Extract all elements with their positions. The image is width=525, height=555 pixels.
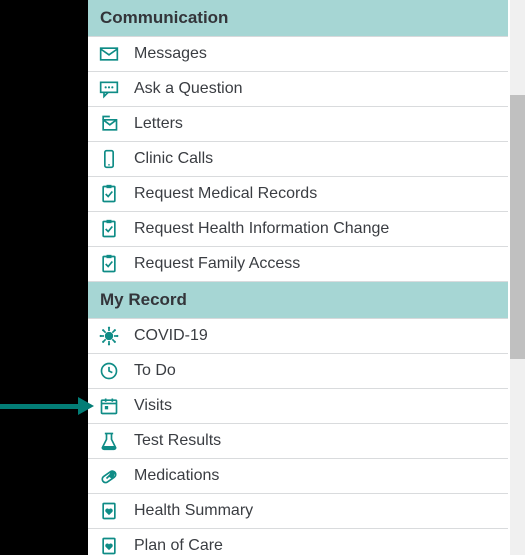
menu-item-request-medical-records[interactable]: Request Medical Records [88, 177, 508, 212]
scrollbar-thumb[interactable] [510, 95, 525, 359]
menu-item-covid-19[interactable]: COVID-19 [88, 319, 508, 354]
menu-item-letters[interactable]: Letters [88, 107, 508, 142]
menu-item-label: Plan of Care [134, 537, 223, 555]
menu-item-visits[interactable]: Visits [88, 389, 508, 424]
menu-item-clinic-calls[interactable]: Clinic Calls [88, 142, 508, 177]
flask-icon [98, 430, 120, 452]
menu-item-medications[interactable]: Medications [88, 459, 508, 494]
virus-icon [98, 325, 120, 347]
heart-clipboard-icon [98, 500, 120, 522]
clipboard-check-icon [98, 183, 120, 205]
left-black-band [0, 0, 88, 555]
clock-icon [98, 360, 120, 382]
menu-item-health-summary[interactable]: Health Summary [88, 494, 508, 529]
section-title: My Record [100, 290, 187, 309]
calendar-icon [98, 395, 120, 417]
menu-item-label: Clinic Calls [134, 150, 213, 168]
menu-item-label: Request Medical Records [134, 185, 317, 203]
menu-item-label: Letters [134, 115, 183, 133]
phone-icon [98, 148, 120, 170]
heart-clipboard-icon [98, 535, 120, 555]
letter-icon [98, 113, 120, 135]
menu-item-label: Test Results [134, 432, 221, 450]
menu-item-label: COVID-19 [134, 327, 208, 345]
menu-item-label: To Do [134, 362, 176, 380]
menu-item-request-family-access[interactable]: Request Family Access [88, 247, 508, 282]
section-title: Communication [100, 8, 228, 27]
menu-item-label: Health Summary [134, 502, 253, 520]
menu-item-messages[interactable]: Messages [88, 37, 508, 72]
menu-item-ask-a-question[interactable]: Ask a Question [88, 72, 508, 107]
menu-item-label: Medications [134, 467, 219, 485]
pill-icon [98, 465, 120, 487]
menu-item-to-do[interactable]: To Do [88, 354, 508, 389]
menu-item-label: Ask a Question [134, 80, 243, 98]
menu-item-request-health-information-change[interactable]: Request Health Information Change [88, 212, 508, 247]
section-header-my-record: My Record [88, 282, 508, 319]
menu-item-label: Request Health Information Change [134, 220, 389, 238]
clipboard-check-icon [98, 253, 120, 275]
speech-bubble-icon [98, 78, 120, 100]
menu-item-plan-of-care[interactable]: Plan of Care [88, 529, 508, 555]
menu-item-label: Request Family Access [134, 255, 300, 273]
menu-item-test-results[interactable]: Test Results [88, 424, 508, 459]
mail-icon [98, 43, 120, 65]
section-header-communication: Communication [88, 0, 508, 37]
clipboard-check-icon [98, 218, 120, 240]
menu-item-label: Messages [134, 45, 207, 63]
menu-item-label: Visits [134, 397, 172, 415]
navigation-menu: Communication Messages Ask a Question Le… [88, 0, 508, 555]
